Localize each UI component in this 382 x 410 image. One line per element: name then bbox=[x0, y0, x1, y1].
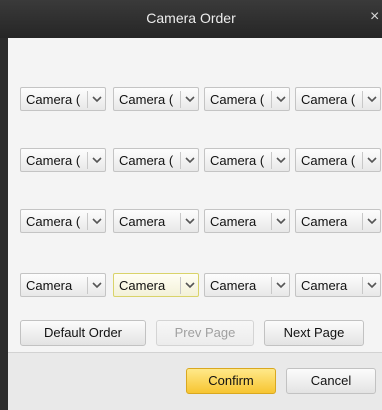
cancel-button[interactable]: Cancel bbox=[286, 368, 376, 394]
camera-select-label: Camera ( bbox=[301, 153, 356, 168]
chevron-down-icon[interactable] bbox=[364, 88, 380, 110]
chevron-down-icon[interactable] bbox=[273, 149, 289, 171]
combo-separator bbox=[362, 213, 363, 230]
camera-select-label: Camera bbox=[26, 278, 73, 293]
camera-select-7[interactable]: Camera ( bbox=[204, 148, 290, 172]
title-bar: Camera Order × bbox=[0, 0, 382, 38]
combo-separator bbox=[180, 152, 181, 169]
combo-separator bbox=[271, 213, 272, 230]
camera-select-9[interactable]: Camera ( bbox=[20, 209, 106, 233]
chevron-down-icon[interactable] bbox=[273, 274, 289, 296]
chevron-down-icon[interactable] bbox=[182, 210, 198, 232]
camera-select-2[interactable]: Camera ( bbox=[113, 87, 199, 111]
combo-separator bbox=[180, 213, 181, 230]
combo-separator bbox=[87, 213, 88, 230]
chevron-down-icon[interactable] bbox=[364, 149, 380, 171]
camera-select-10[interactable]: Camera bbox=[113, 209, 199, 233]
camera-order-dialog: Camera Order × Camera ( Camera ( Camera ( C… bbox=[0, 0, 382, 410]
chevron-down-icon[interactable] bbox=[364, 210, 380, 232]
camera-select-11[interactable]: Camera bbox=[204, 209, 290, 233]
next-page-button[interactable]: Next Page bbox=[264, 320, 364, 346]
chevron-down-icon[interactable] bbox=[89, 149, 105, 171]
prev-page-button[interactable]: Prev Page bbox=[156, 320, 254, 346]
camera-select-label: Camera bbox=[210, 214, 257, 229]
camera-select-label: Camera bbox=[119, 278, 166, 293]
combo-separator bbox=[180, 91, 181, 108]
close-icon[interactable]: × bbox=[370, 8, 382, 26]
camera-select-3[interactable]: Camera ( bbox=[204, 87, 290, 111]
chevron-down-icon[interactable] bbox=[89, 88, 105, 110]
camera-select-label: Camera ( bbox=[119, 153, 174, 168]
combo-separator bbox=[87, 91, 88, 108]
camera-select-14[interactable]: Camera bbox=[113, 273, 199, 297]
combo-separator bbox=[362, 152, 363, 169]
camera-select-15[interactable]: Camera bbox=[204, 273, 290, 297]
chevron-down-icon[interactable] bbox=[89, 210, 105, 232]
camera-select-label: Camera bbox=[301, 214, 348, 229]
camera-select-label: Camera ( bbox=[210, 92, 265, 107]
camera-select-label: Camera bbox=[210, 278, 257, 293]
camera-select-label: Camera ( bbox=[119, 92, 174, 107]
combo-separator bbox=[271, 277, 272, 294]
camera-select-label: Camera bbox=[119, 214, 166, 229]
camera-select-12[interactable]: Camera bbox=[295, 209, 381, 233]
combo-separator bbox=[271, 152, 272, 169]
chevron-down-icon[interactable] bbox=[273, 210, 289, 232]
camera-select-13[interactable]: Camera bbox=[20, 273, 106, 297]
default-order-button[interactable]: Default Order bbox=[20, 320, 146, 346]
combo-separator bbox=[87, 152, 88, 169]
dialog-title: Camera Order bbox=[146, 10, 236, 26]
combo-separator bbox=[180, 277, 181, 294]
combo-separator bbox=[362, 277, 363, 294]
camera-select-label: Camera ( bbox=[210, 153, 265, 168]
camera-select-16[interactable]: Camera bbox=[295, 273, 381, 297]
window-left-edge bbox=[0, 38, 8, 410]
chevron-down-icon[interactable] bbox=[89, 274, 105, 296]
camera-select-label: Camera ( bbox=[26, 214, 81, 229]
combo-separator bbox=[271, 91, 272, 108]
camera-select-5[interactable]: Camera ( bbox=[20, 148, 106, 172]
chevron-down-icon[interactable] bbox=[364, 274, 380, 296]
combo-separator bbox=[362, 91, 363, 108]
camera-select-label: Camera bbox=[301, 278, 348, 293]
camera-select-label: Camera ( bbox=[26, 153, 81, 168]
chevron-down-icon[interactable] bbox=[182, 149, 198, 171]
camera-select-8[interactable]: Camera ( bbox=[295, 148, 381, 172]
camera-select-label: Camera ( bbox=[26, 92, 81, 107]
camera-select-label: Camera ( bbox=[301, 92, 356, 107]
chevron-down-icon[interactable] bbox=[182, 88, 198, 110]
chevron-down-icon[interactable] bbox=[273, 88, 289, 110]
camera-select-6[interactable]: Camera ( bbox=[113, 148, 199, 172]
camera-select-4[interactable]: Camera ( bbox=[295, 87, 381, 111]
chevron-down-icon[interactable] bbox=[182, 274, 198, 296]
confirm-button[interactable]: Confirm bbox=[186, 368, 276, 394]
combo-separator bbox=[87, 277, 88, 294]
camera-select-1[interactable]: Camera ( bbox=[20, 87, 106, 111]
